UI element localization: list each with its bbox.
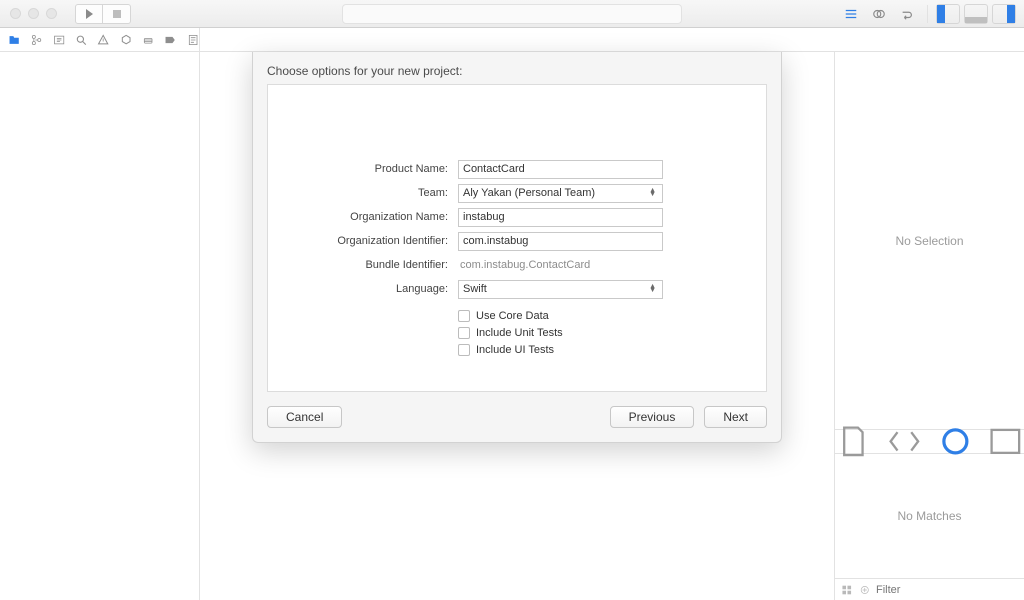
row-org-id: Organization Identifier:	[268, 229, 766, 253]
arrow-return-icon	[900, 7, 914, 21]
utilities-area: No Selection No Matches	[834, 52, 1024, 600]
next-button[interactable]: Next	[704, 406, 767, 428]
row-core-data: Use Core Data	[268, 307, 766, 324]
close-window-button[interactable]	[10, 8, 21, 19]
row-language: Language: Swift ▲▼	[268, 277, 766, 301]
ui-tests-checkbox[interactable]	[458, 344, 470, 356]
label-language: Language:	[268, 283, 458, 295]
label-org-name: Organization Name:	[268, 211, 458, 223]
activity-status-bar	[342, 4, 682, 24]
grid-icon[interactable]	[841, 584, 853, 596]
row-product-name: Product Name:	[268, 157, 766, 181]
sheet-button-row: Cancel Previous Next	[253, 406, 781, 442]
org-id-input[interactable]	[458, 232, 663, 251]
team-dropdown[interactable]: Aly Yakan (Personal Team) ▲▼	[458, 184, 663, 203]
issue-navigator-icon[interactable]	[97, 33, 109, 47]
row-unit-tests: Include Unit Tests	[268, 324, 766, 341]
symbol-navigator-icon[interactable]	[53, 33, 65, 47]
label-team: Team:	[268, 187, 458, 199]
debug-navigator-icon[interactable]	[142, 33, 154, 47]
product-name-input[interactable]	[458, 160, 663, 179]
run-controls	[75, 4, 131, 24]
project-navigator-icon[interactable]	[8, 33, 20, 47]
traffic-lights	[0, 8, 57, 19]
report-navigator-icon[interactable]	[187, 33, 199, 47]
filter-icon	[859, 584, 871, 596]
label-org-id: Organization Identifier:	[268, 235, 458, 247]
navigator-tabs	[0, 28, 200, 51]
toggle-left-panel-button[interactable]	[936, 4, 960, 24]
version-editor-button[interactable]	[895, 4, 919, 24]
org-name-input[interactable]	[458, 208, 663, 227]
row-org-name: Organization Name:	[268, 205, 766, 229]
stop-icon	[113, 10, 121, 18]
team-dropdown-value: Aly Yakan (Personal Team)	[463, 187, 595, 199]
stop-button[interactable]	[103, 4, 131, 24]
previous-button[interactable]: Previous	[610, 406, 695, 428]
library-tabs	[835, 430, 1024, 454]
standard-editor-button[interactable]	[839, 4, 863, 24]
label-bundle-id: Bundle Identifier:	[268, 259, 458, 271]
minimize-window-button[interactable]	[28, 8, 39, 19]
zoom-window-button[interactable]	[46, 8, 57, 19]
new-project-options-sheet: Choose options for your new project: Pro…	[252, 52, 782, 443]
rings-icon	[872, 7, 886, 21]
sheet-body: Product Name: Team: Aly Yakan (Personal …	[267, 84, 767, 392]
toggle-right-panel-button[interactable]	[992, 4, 1016, 24]
inspector-empty: No Selection	[835, 52, 1024, 430]
language-dropdown[interactable]: Swift ▲▼	[458, 280, 663, 299]
language-dropdown-value: Swift	[463, 283, 487, 295]
workspace: Choose options for your new project: Pro…	[0, 52, 1024, 600]
ui-tests-label: Include UI Tests	[476, 344, 554, 356]
row-team: Team: Aly Yakan (Personal Team) ▲▼	[268, 181, 766, 205]
library-filter-input[interactable]	[876, 584, 1018, 596]
titlebar-right-cluster	[839, 4, 1024, 24]
row-ui-tests: Include UI Tests	[268, 341, 766, 358]
find-navigator-icon[interactable]	[75, 33, 87, 47]
lines-icon	[844, 7, 858, 21]
core-data-checkbox[interactable]	[458, 310, 470, 322]
source-control-navigator-icon[interactable]	[30, 33, 42, 47]
library-filter-bar	[835, 578, 1024, 600]
inspector-empty-text: No Selection	[895, 234, 963, 248]
core-data-label: Use Core Data	[476, 310, 549, 322]
navigator-area	[0, 52, 200, 600]
play-icon	[86, 9, 93, 19]
row-bundle-id: Bundle Identifier: com.instabug.ContactC…	[268, 253, 766, 277]
titlebar	[0, 0, 1024, 28]
library-empty: No Matches	[835, 454, 1024, 578]
separator	[927, 5, 928, 23]
toggle-bottom-panel-button[interactable]	[964, 4, 988, 24]
breakpoint-navigator-icon[interactable]	[164, 33, 176, 47]
library-empty-text: No Matches	[897, 509, 961, 523]
chevron-updown-icon: ▲▼	[649, 189, 658, 197]
unit-tests-checkbox[interactable]	[458, 327, 470, 339]
unit-tests-label: Include Unit Tests	[476, 327, 563, 339]
cancel-button[interactable]: Cancel	[267, 406, 342, 428]
sheet-heading: Choose options for your new project:	[253, 52, 781, 84]
assistant-editor-button[interactable]	[867, 4, 891, 24]
label-product-name: Product Name:	[268, 163, 458, 175]
editor-area: Choose options for your new project: Pro…	[200, 52, 834, 600]
toolbar-row: ?	[0, 28, 1024, 52]
chevron-updown-icon: ▲▼	[649, 285, 658, 293]
bundle-id-value: com.instabug.ContactCard	[458, 259, 590, 271]
run-button[interactable]	[75, 4, 103, 24]
test-navigator-icon[interactable]	[120, 33, 132, 47]
